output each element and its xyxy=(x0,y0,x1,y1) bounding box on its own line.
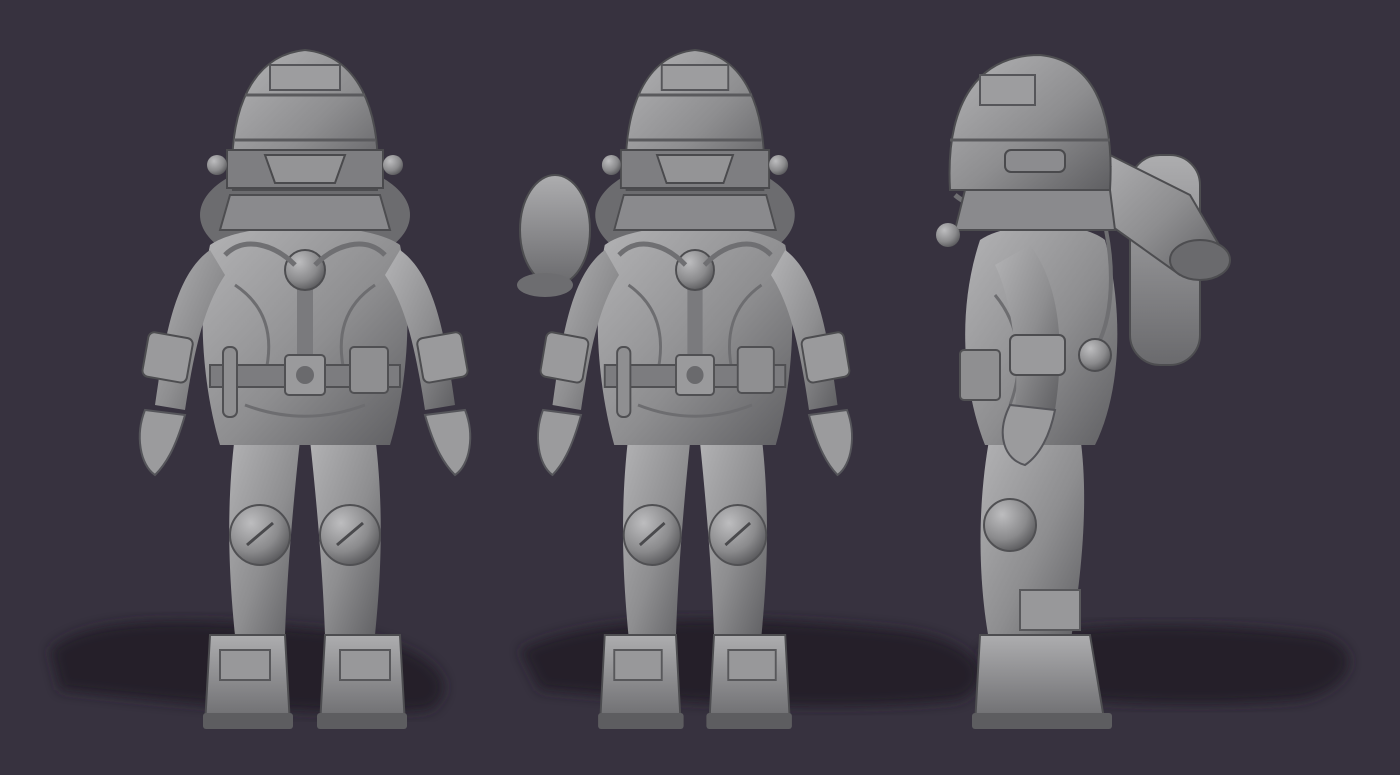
sculpt-turnaround xyxy=(50,0,1349,775)
render-canvas xyxy=(0,0,1400,775)
